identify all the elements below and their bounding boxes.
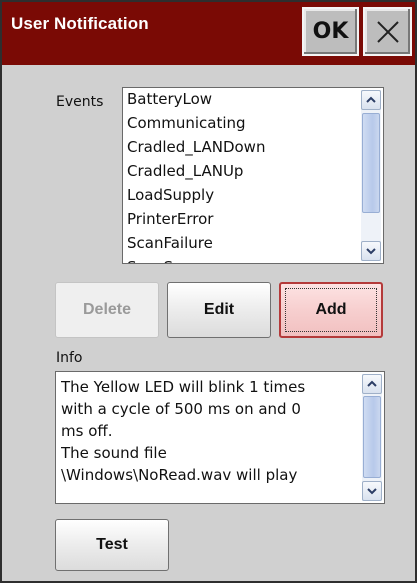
event-list-item[interactable]: Cradled_LANUp (127, 160, 359, 184)
add-button-label: Add (315, 301, 347, 318)
chevron-down-icon (366, 248, 376, 255)
test-button[interactable]: Test (55, 519, 169, 571)
edit-button[interactable]: Edit (167, 282, 271, 338)
info-scroll-up-button[interactable] (362, 374, 382, 394)
event-list-item[interactable]: LoadSupply (127, 184, 359, 208)
info-label: Info (56, 350, 83, 366)
delete-button[interactable]: Delete (55, 282, 159, 338)
info-scroll-thumb[interactable] (363, 396, 381, 478)
events-list: BatteryLow Communicating Cradled_LANDown Cr… (127, 88, 359, 263)
window-title: User Notification (11, 14, 149, 33)
event-list-item[interactable]: Cradled_LANDown (127, 136, 359, 160)
event-list-item[interactable]: Communicating (127, 112, 359, 136)
close-icon (376, 20, 399, 43)
info-scrollbar[interactable] (362, 374, 382, 501)
events-scroll-up-button[interactable] (361, 90, 381, 110)
info-text: The Yellow LED will blink 1 times with a… (61, 378, 306, 484)
event-list-item[interactable]: PrinterError (127, 208, 359, 232)
user-notification-dialog: User Notification OK Events BatteryLow Co… (0, 0, 417, 583)
event-list-item[interactable]: ScanSuccess (127, 256, 359, 263)
chevron-down-icon (367, 488, 377, 495)
add-button[interactable]: Add (279, 282, 383, 338)
close-button[interactable] (363, 7, 412, 56)
info-textbox[interactable]: The Yellow LED will blink 1 times with a… (55, 371, 385, 504)
title-bar: User Notification OK (2, 2, 415, 65)
chevron-up-icon (367, 380, 377, 387)
info-scroll-down-button[interactable] (362, 481, 382, 501)
events-scroll-thumb[interactable] (362, 113, 380, 213)
events-scrollbar[interactable] (361, 90, 381, 261)
events-label: Events (56, 94, 104, 110)
event-list-item[interactable]: BatteryLow (127, 88, 359, 112)
ok-button[interactable]: OK (302, 7, 359, 56)
event-list-item[interactable]: ScanFailure (127, 232, 359, 256)
chevron-up-icon (366, 96, 376, 103)
events-scroll-down-button[interactable] (361, 241, 381, 261)
events-listbox[interactable]: BatteryLow Communicating Cradled_LANDown Cr… (122, 87, 384, 264)
